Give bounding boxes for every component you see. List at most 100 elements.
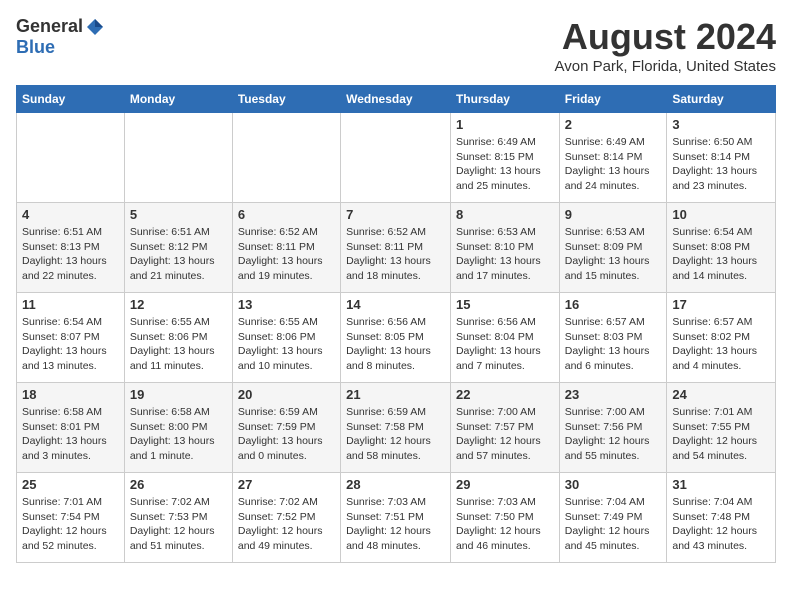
day-number: 25 <box>22 477 119 492</box>
calendar-day-cell <box>341 113 451 203</box>
page-header: General Blue August 2024 Avon Park, Flor… <box>16 16 776 75</box>
weekday-header: Monday <box>124 86 232 113</box>
calendar-day-cell: 31 Sunrise: 7:04 AM Sunset: 7:48 PM Dayli… <box>667 473 776 563</box>
day-number: 27 <box>238 477 335 492</box>
day-info: Sunrise: 6:54 AM Sunset: 8:07 PM Dayligh… <box>22 315 119 374</box>
day-number: 13 <box>238 297 335 312</box>
calendar-day-cell: 18 Sunrise: 6:58 AM Sunset: 8:01 PM Dayli… <box>17 383 125 473</box>
calendar-day-cell: 26 Sunrise: 7:02 AM Sunset: 7:53 PM Dayli… <box>124 473 232 563</box>
day-info: Sunrise: 6:58 AM Sunset: 8:00 PM Dayligh… <box>130 405 227 464</box>
day-number: 6 <box>238 207 335 222</box>
day-number: 31 <box>672 477 770 492</box>
day-number: 10 <box>672 207 770 222</box>
day-number: 1 <box>456 117 554 132</box>
day-info: Sunrise: 6:55 AM Sunset: 8:06 PM Dayligh… <box>238 315 335 374</box>
calendar-day-cell: 27 Sunrise: 7:02 AM Sunset: 7:52 PM Dayli… <box>232 473 340 563</box>
day-info: Sunrise: 6:51 AM Sunset: 8:13 PM Dayligh… <box>22 225 119 284</box>
calendar-day-cell: 12Sunrise: 6:55 AM Sunset: 8:06 PM Dayli… <box>124 293 232 383</box>
weekday-header: Saturday <box>667 86 776 113</box>
day-number: 3 <box>672 117 770 132</box>
day-info: Sunrise: 6:59 AM Sunset: 7:58 PM Dayligh… <box>346 405 445 464</box>
logo-blue-text: Blue <box>16 37 55 58</box>
calendar-day-cell: 15 Sunrise: 6:56 AM Sunset: 8:04 PM Dayli… <box>450 293 559 383</box>
logo-icon <box>85 17 105 37</box>
day-number: 11 <box>22 297 119 312</box>
month-title: August 2024 <box>555 16 777 58</box>
weekday-header: Sunday <box>17 86 125 113</box>
day-number: 16 <box>565 297 662 312</box>
calendar-day-cell: 11 Sunrise: 6:54 AM Sunset: 8:07 PM Dayli… <box>17 293 125 383</box>
calendar-week-row: 11 Sunrise: 6:54 AM Sunset: 8:07 PM Dayli… <box>17 293 776 383</box>
calendar-table: SundayMondayTuesdayWednesdayThursdayFrid… <box>16 85 776 563</box>
day-number: 4 <box>22 207 119 222</box>
calendar-day-cell: 28 Sunrise: 7:03 AM Sunset: 7:51 PM Dayli… <box>341 473 451 563</box>
day-info: Sunrise: 6:51 AM Sunset: 8:12 PM Dayligh… <box>130 225 227 284</box>
day-info: Sunrise: 6:56 AM Sunset: 8:05 PM Dayligh… <box>346 315 445 374</box>
calendar-week-row: 18 Sunrise: 6:58 AM Sunset: 8:01 PM Dayli… <box>17 383 776 473</box>
calendar-day-cell: 14Sunrise: 6:56 AM Sunset: 8:05 PM Dayli… <box>341 293 451 383</box>
weekday-header: Friday <box>559 86 667 113</box>
day-info: Sunrise: 6:52 AM Sunset: 8:11 PM Dayligh… <box>346 225 445 284</box>
weekday-header-row: SundayMondayTuesdayWednesdayThursdayFrid… <box>17 86 776 113</box>
day-number: 23 <box>565 387 662 402</box>
day-info: Sunrise: 6:58 AM Sunset: 8:01 PM Dayligh… <box>22 405 119 464</box>
calendar-day-cell: 25 Sunrise: 7:01 AM Sunset: 7:54 PM Dayli… <box>17 473 125 563</box>
calendar-week-row: 4 Sunrise: 6:51 AM Sunset: 8:13 PM Daylig… <box>17 203 776 293</box>
calendar-day-cell: 30 Sunrise: 7:04 AM Sunset: 7:49 PM Dayli… <box>559 473 667 563</box>
day-info: Sunrise: 6:52 AM Sunset: 8:11 PM Dayligh… <box>238 225 335 284</box>
day-number: 30 <box>565 477 662 492</box>
calendar-day-cell: 2 Sunrise: 6:49 AM Sunset: 8:14 PM Daylig… <box>559 113 667 203</box>
day-info: Sunrise: 6:55 AM Sunset: 8:06 PM Dayligh… <box>130 315 227 374</box>
day-info: Sunrise: 6:53 AM Sunset: 8:09 PM Dayligh… <box>565 225 662 284</box>
day-info: Sunrise: 7:03 AM Sunset: 7:51 PM Dayligh… <box>346 495 445 554</box>
day-number: 2 <box>565 117 662 132</box>
calendar-day-cell: 16Sunrise: 6:57 AM Sunset: 8:03 PM Dayli… <box>559 293 667 383</box>
day-info: Sunrise: 6:59 AM Sunset: 7:59 PM Dayligh… <box>238 405 335 464</box>
day-info: Sunrise: 6:57 AM Sunset: 8:02 PM Dayligh… <box>672 315 770 374</box>
calendar-day-cell: 19 Sunrise: 6:58 AM Sunset: 8:00 PM Dayli… <box>124 383 232 473</box>
day-number: 21 <box>346 387 445 402</box>
calendar-week-row: 25 Sunrise: 7:01 AM Sunset: 7:54 PM Dayli… <box>17 473 776 563</box>
calendar-day-cell: 20Sunrise: 6:59 AM Sunset: 7:59 PM Dayli… <box>232 383 340 473</box>
day-info: Sunrise: 6:54 AM Sunset: 8:08 PM Dayligh… <box>672 225 770 284</box>
calendar-day-cell <box>124 113 232 203</box>
day-info: Sunrise: 7:00 AM Sunset: 7:56 PM Dayligh… <box>565 405 662 464</box>
day-number: 19 <box>130 387 227 402</box>
day-info: Sunrise: 6:49 AM Sunset: 8:14 PM Dayligh… <box>565 135 662 194</box>
logo: General Blue <box>16 16 105 58</box>
day-info: Sunrise: 7:00 AM Sunset: 7:57 PM Dayligh… <box>456 405 554 464</box>
day-number: 28 <box>346 477 445 492</box>
calendar-week-row: 1 Sunrise: 6:49 AM Sunset: 8:15 PM Daylig… <box>17 113 776 203</box>
day-number: 18 <box>22 387 119 402</box>
day-number: 5 <box>130 207 227 222</box>
day-number: 26 <box>130 477 227 492</box>
calendar-day-cell: 4 Sunrise: 6:51 AM Sunset: 8:13 PM Daylig… <box>17 203 125 293</box>
logo-general-text: General <box>16 16 83 37</box>
day-info: Sunrise: 7:04 AM Sunset: 7:49 PM Dayligh… <box>565 495 662 554</box>
calendar-day-cell: 22 Sunrise: 7:00 AM Sunset: 7:57 PM Dayli… <box>450 383 559 473</box>
day-number: 9 <box>565 207 662 222</box>
day-info: Sunrise: 7:02 AM Sunset: 7:53 PM Dayligh… <box>130 495 227 554</box>
day-info: Sunrise: 6:49 AM Sunset: 8:15 PM Dayligh… <box>456 135 554 194</box>
calendar-day-cell: 8 Sunrise: 6:53 AM Sunset: 8:10 PM Daylig… <box>450 203 559 293</box>
calendar-day-cell: 5 Sunrise: 6:51 AM Sunset: 8:12 PM Daylig… <box>124 203 232 293</box>
day-number: 15 <box>456 297 554 312</box>
day-info: Sunrise: 6:56 AM Sunset: 8:04 PM Dayligh… <box>456 315 554 374</box>
location-text: Avon Park, Florida, United States <box>555 58 777 75</box>
calendar-day-cell <box>17 113 125 203</box>
calendar-day-cell: 29Sunrise: 7:03 AM Sunset: 7:50 PM Dayli… <box>450 473 559 563</box>
calendar-day-cell: 1 Sunrise: 6:49 AM Sunset: 8:15 PM Daylig… <box>450 113 559 203</box>
calendar-day-cell: 9 Sunrise: 6:53 AM Sunset: 8:09 PM Daylig… <box>559 203 667 293</box>
calendar-day-cell: 7 Sunrise: 6:52 AM Sunset: 8:11 PM Daylig… <box>341 203 451 293</box>
day-info: Sunrise: 6:53 AM Sunset: 8:10 PM Dayligh… <box>456 225 554 284</box>
day-number: 22 <box>456 387 554 402</box>
day-info: Sunrise: 7:02 AM Sunset: 7:52 PM Dayligh… <box>238 495 335 554</box>
weekday-header: Wednesday <box>341 86 451 113</box>
calendar-day-cell: 17Sunrise: 6:57 AM Sunset: 8:02 PM Dayli… <box>667 293 776 383</box>
day-number: 7 <box>346 207 445 222</box>
day-info: Sunrise: 7:01 AM Sunset: 7:54 PM Dayligh… <box>22 495 119 554</box>
day-info: Sunrise: 7:04 AM Sunset: 7:48 PM Dayligh… <box>672 495 770 554</box>
day-number: 8 <box>456 207 554 222</box>
calendar-day-cell: 21 Sunrise: 6:59 AM Sunset: 7:58 PM Dayli… <box>341 383 451 473</box>
calendar-day-cell: 13 Sunrise: 6:55 AM Sunset: 8:06 PM Dayli… <box>232 293 340 383</box>
